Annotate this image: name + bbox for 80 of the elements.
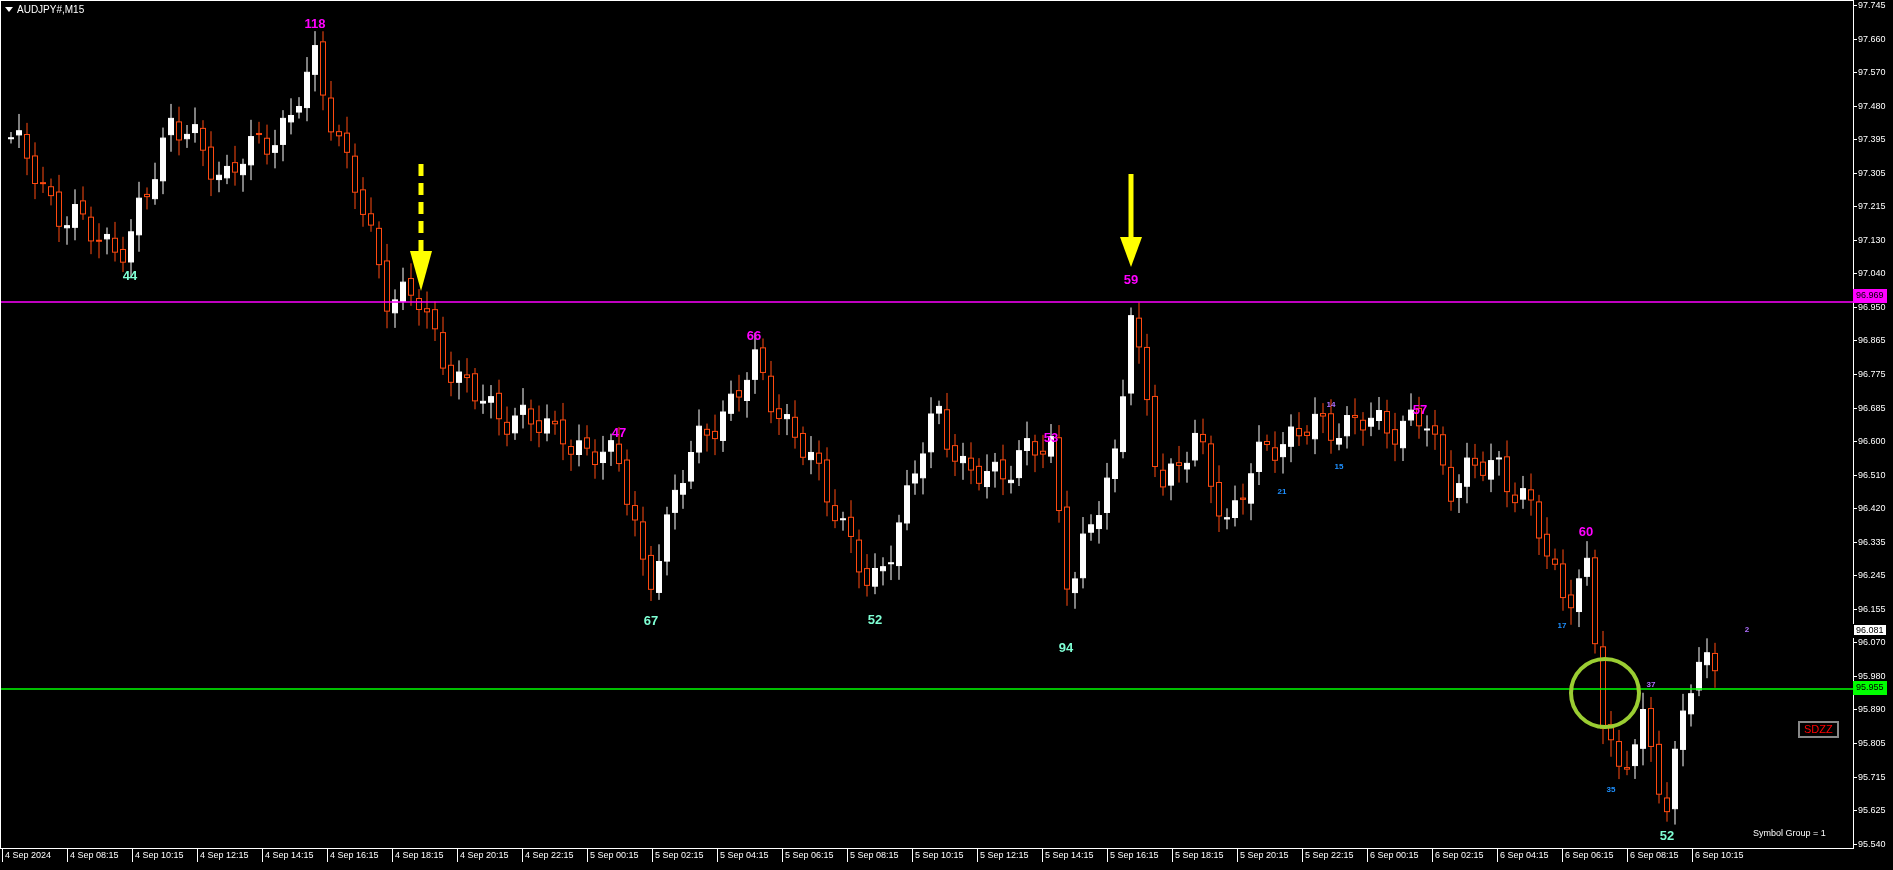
time-axis-label: 5 Sep 14:15: [1042, 849, 1107, 862]
price-axis-label: 97.480: [1854, 100, 1893, 111]
time-axis-label: 5 Sep 12:15: [977, 849, 1042, 862]
time-axis-label: 4 Sep 08:15: [67, 849, 132, 862]
bar-count-label: 44: [122, 268, 138, 282]
price-axis-label: 96.070: [1854, 637, 1893, 648]
price-axis-label: 96.685: [1854, 402, 1893, 413]
time-axis-label: 5 Sep 04:15: [717, 849, 782, 862]
time-axis-label: 5 Sep 16:15: [1107, 849, 1172, 862]
price-axis-label: 96.420: [1854, 503, 1893, 514]
price-axis-label: 97.660: [1854, 33, 1893, 44]
price-tag: 96.081: [1854, 625, 1886, 637]
time-axis-label: 6 Sep 08:15: [1627, 849, 1692, 862]
price-axis-label: 95.715: [1854, 771, 1893, 782]
chart-title: AUDJPY#,M15: [17, 4, 85, 15]
indicator-badge: SDZZ: [1798, 721, 1839, 738]
price-axis-label: 95.890: [1854, 704, 1893, 715]
price-axis-label: 95.980: [1854, 670, 1893, 681]
price-axis-label: 95.625: [1854, 805, 1893, 816]
time-axis-label: 4 Sep 10:15: [132, 849, 197, 862]
price-axis-label: 96.600: [1854, 436, 1893, 447]
time-axis-label: 6 Sep 02:15: [1432, 849, 1497, 862]
time-axis-label: 5 Sep 20:15: [1237, 849, 1302, 862]
bar-count-label: 21: [1277, 488, 1287, 496]
price-axis-label: 96.865: [1854, 335, 1893, 346]
time-axis-label: 6 Sep 00:15: [1367, 849, 1432, 862]
price-axis-label: 97.130: [1854, 234, 1893, 245]
bar-count-label: 14: [1326, 401, 1336, 409]
price-axis-label: 96.950: [1854, 301, 1893, 312]
price-axis-label: 96.335: [1854, 536, 1893, 547]
price-axis-label: 97.395: [1854, 134, 1893, 145]
bar-count-label: 60: [1578, 524, 1594, 538]
time-axis-label: 5 Sep 18:15: [1172, 849, 1237, 862]
time-axis-label: 5 Sep 00:15: [587, 849, 652, 862]
time-axis-label: 5 Sep 02:15: [652, 849, 717, 862]
price-axis-label: 97.305: [1854, 167, 1893, 178]
time-axis-label: 6 Sep 06:15: [1562, 849, 1627, 862]
bar-count-label: 47: [611, 425, 627, 439]
bar-count-label: 52: [1659, 828, 1675, 842]
price-axis-label: 96.245: [1854, 570, 1893, 581]
bar-count-label: 67: [643, 613, 659, 627]
bar-count-label: 17: [1557, 622, 1567, 630]
price-tag: 95.955: [1854, 682, 1886, 694]
bar-count-label: 118: [304, 16, 326, 30]
circle-marker: [1569, 657, 1641, 729]
price-axis-label: 95.540: [1854, 838, 1893, 849]
bar-count-label: 15: [1334, 463, 1344, 471]
price-axis-label: 95.805: [1854, 738, 1893, 749]
bar-count-label: 37: [1646, 681, 1656, 689]
bar-count-label: 35: [1606, 786, 1616, 794]
time-axis-label: 4 Sep 12:15: [197, 849, 262, 862]
time-axis-label: 6 Sep 10:15: [1692, 849, 1757, 862]
price-axis-label: 96.155: [1854, 603, 1893, 614]
bar-count-label: 52: [867, 612, 883, 626]
time-axis-label: 4 Sep 2024: [2, 849, 67, 862]
price-axis-label: 97.745: [1854, 0, 1893, 10]
bar-count-label: 2: [1744, 626, 1750, 634]
price-tag: 96.969: [1854, 290, 1886, 302]
time-axis-label: 4 Sep 20:15: [457, 849, 522, 862]
bar-count-label: 94: [1058, 640, 1074, 654]
bar-count-label: 57: [1412, 402, 1428, 416]
price-axis-label: 96.510: [1854, 469, 1893, 480]
dropdown-icon[interactable]: [5, 7, 13, 12]
time-axis-label: 5 Sep 10:15: [912, 849, 977, 862]
time-axis-label: 5 Sep 08:15: [847, 849, 912, 862]
time-axis-label: 4 Sep 22:15: [522, 849, 587, 862]
symbol-group-text: Symbol Group = 1: [1753, 828, 1826, 838]
time-axis-label: 4 Sep 14:15: [262, 849, 327, 862]
bar-count-label: 59: [1123, 272, 1139, 286]
time-axis-label: 5 Sep 06:15: [782, 849, 847, 862]
price-axis-label: 97.215: [1854, 201, 1893, 212]
time-axis-label: 4 Sep 16:15: [327, 849, 392, 862]
time-axis-label: 4 Sep 18:15: [392, 849, 457, 862]
time-axis-label: 5 Sep 22:15: [1302, 849, 1367, 862]
price-axis-label: 97.570: [1854, 67, 1893, 78]
price-axis-label: 97.040: [1854, 268, 1893, 279]
price-axis-label: 96.775: [1854, 369, 1893, 379]
time-axis-label: 6 Sep 04:15: [1497, 849, 1562, 862]
bar-count-label: 53: [1043, 430, 1059, 444]
bar-count-label: 66: [746, 328, 762, 342]
